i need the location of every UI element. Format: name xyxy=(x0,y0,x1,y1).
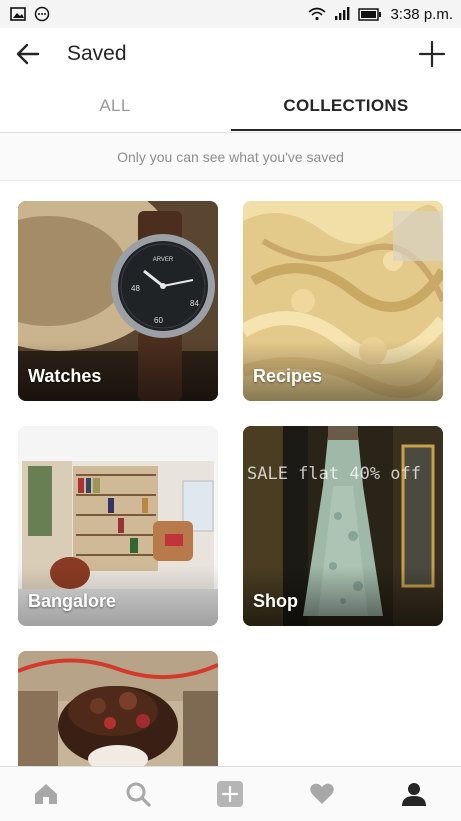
messenger-icon xyxy=(34,6,50,22)
svg-text:60: 60 xyxy=(154,316,163,325)
back-button[interactable] xyxy=(14,40,42,68)
tab-bar: ALL COLLECTIONS xyxy=(0,80,461,133)
svg-text:48: 48 xyxy=(131,284,140,293)
profile-icon xyxy=(402,783,426,806)
privacy-notice: Only you can see what you've saved xyxy=(0,133,461,181)
svg-text:84: 84 xyxy=(190,299,199,308)
nav-activity[interactable] xyxy=(276,767,368,821)
page-title: Saved xyxy=(67,42,127,65)
collection-card-recipes[interactable]: Recipes xyxy=(243,201,443,401)
search-icon xyxy=(126,782,151,807)
back-arrow-icon xyxy=(16,43,40,65)
wifi-icon xyxy=(308,7,326,21)
collection-label: Recipes xyxy=(253,366,323,386)
image-icon xyxy=(10,7,26,21)
signal-icon xyxy=(335,7,350,20)
collection-label: Watches xyxy=(28,366,102,386)
plus-icon xyxy=(418,40,446,68)
add-collection-button[interactable] xyxy=(417,39,447,69)
collection-card-shop[interactable]: SALE flat 40% off Shop xyxy=(243,426,443,626)
nav-search[interactable] xyxy=(92,767,184,821)
collection-label: Bangalore xyxy=(28,591,117,611)
collection-card-bangalore[interactable]: Bangalore xyxy=(18,426,218,626)
nav-add-post[interactable] xyxy=(184,767,276,821)
add-post-icon xyxy=(217,781,243,807)
status-right: 3:38 p.m. xyxy=(308,6,461,23)
status-time: 3:38 p.m. xyxy=(390,5,453,23)
tab-collections[interactable]: COLLECTIONS xyxy=(231,80,461,132)
collection-label: Shop xyxy=(253,591,298,611)
header: Saved xyxy=(0,28,461,80)
dessert-image xyxy=(18,651,218,771)
collection-card-dessert[interactable] xyxy=(18,651,218,771)
shop-overlay-text: SALE flat 40% off xyxy=(247,464,421,484)
tab-all[interactable]: ALL xyxy=(0,80,230,132)
active-tab-indicator xyxy=(231,129,461,131)
nav-home[interactable] xyxy=(0,767,92,821)
status-left xyxy=(0,6,50,22)
svg-text:ARVER: ARVER xyxy=(153,257,174,263)
status-bar: 3:38 p.m. xyxy=(0,0,461,28)
heart-icon xyxy=(310,783,334,804)
battery-icon xyxy=(358,7,382,21)
collection-card-watches[interactable]: ARVER 48 60 84 Watches xyxy=(18,201,218,401)
bottom-nav xyxy=(0,766,461,821)
home-icon xyxy=(35,784,57,804)
nav-profile[interactable] xyxy=(368,767,460,821)
